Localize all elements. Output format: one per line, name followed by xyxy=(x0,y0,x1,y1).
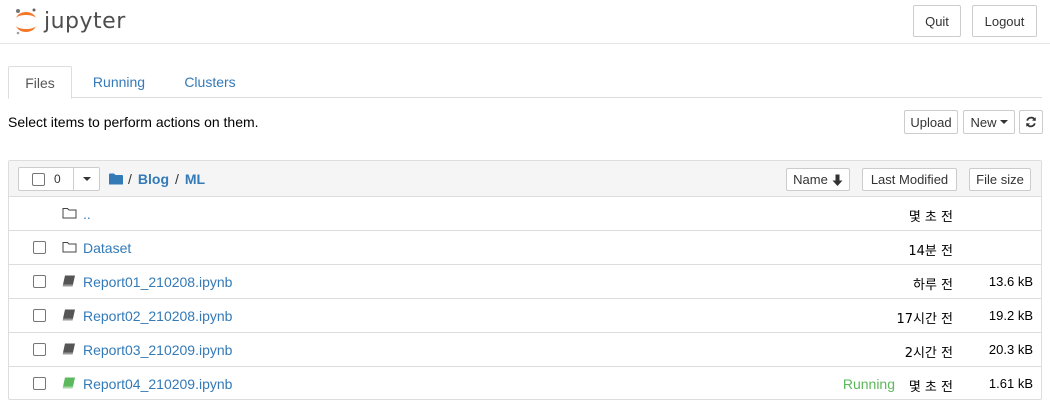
new-button-label: New xyxy=(970,114,997,130)
select-all-group: 0 xyxy=(18,167,100,191)
header-bar: jupyter Quit Logout xyxy=(0,0,1050,44)
notebook-icon xyxy=(62,309,75,321)
jupyter-logo[interactable]: jupyter xyxy=(14,7,126,37)
item-checkbox[interactable] xyxy=(33,377,46,390)
tab-clusters[interactable]: Clusters xyxy=(168,66,252,98)
item-modified: 몇 초 전 xyxy=(908,210,953,225)
arrow-down-icon xyxy=(832,174,843,186)
breadcrumb-separator: / xyxy=(175,171,179,187)
list-item-dataset[interactable]: Dataset 14분 전 xyxy=(9,231,1041,265)
item-modified: 17시간 전 xyxy=(896,312,953,327)
item-modified: 14분 전 xyxy=(908,244,953,259)
notebook-icon xyxy=(62,377,75,389)
select-all-checkbox[interactable] xyxy=(32,173,45,186)
breadcrumb: / Blog / ML xyxy=(109,171,211,187)
folder-icon[interactable] xyxy=(109,173,123,185)
item-modified: 2시간 전 xyxy=(904,346,953,361)
item-size: 1.61 kB xyxy=(988,376,1033,391)
item-checkbox[interactable] xyxy=(33,309,46,322)
item-name[interactable]: Report02_210208.ipynb xyxy=(83,308,232,324)
sort-name-button[interactable]: Name xyxy=(786,168,850,191)
refresh-icon xyxy=(1026,116,1036,128)
jupyter-logo-icon xyxy=(16,8,36,35)
logout-button[interactable]: Logout xyxy=(972,5,1037,37)
breadcrumb-separator: / xyxy=(128,171,132,187)
item-size: 20.3 kB xyxy=(988,342,1033,357)
file-list-header: 0 / Blog / ML Name Last Modified File si… xyxy=(9,161,1041,197)
quit-button[interactable]: Quit xyxy=(913,5,961,37)
item-name[interactable]: Report03_210209.ipynb xyxy=(83,342,232,358)
new-button[interactable]: New xyxy=(963,110,1015,134)
notebook-icon xyxy=(62,275,75,287)
logo-text: jupyter xyxy=(44,8,126,34)
item-checkbox[interactable] xyxy=(33,343,46,356)
list-item-report01[interactable]: Report01_210208.ipynb 하루 전 13.6 kB xyxy=(9,265,1041,299)
running-status: Running xyxy=(842,376,895,392)
notebook-icon xyxy=(62,343,75,355)
list-item-parent[interactable]: .. 몇 초 전 xyxy=(9,197,1041,231)
item-name[interactable]: Report04_210209.ipynb xyxy=(83,376,232,392)
tab-files[interactable]: Files xyxy=(8,66,72,99)
sort-name-label: Name xyxy=(793,172,828,187)
sort-file-size-button[interactable]: File size xyxy=(969,168,1031,191)
item-modified: 하루 전 xyxy=(912,278,953,293)
list-item-report03[interactable]: Report03_210209.ipynb 2시간 전 20.3 kB xyxy=(9,333,1041,367)
breadcrumb-item-ml[interactable]: ML xyxy=(185,171,205,187)
item-size: 13.6 kB xyxy=(988,274,1033,289)
selected-count: 0 xyxy=(54,172,61,186)
file-list: 0 / Blog / ML Name Last Modified File si… xyxy=(8,160,1042,400)
list-item-report04[interactable]: Report04_210209.ipynb Running 몇 초 전 1.61… xyxy=(9,367,1041,401)
upload-button[interactable]: Upload xyxy=(904,110,958,134)
refresh-button[interactable] xyxy=(1019,110,1043,134)
tab-running[interactable]: Running xyxy=(80,66,158,98)
breadcrumb-item-blog[interactable]: Blog xyxy=(138,171,169,187)
folder-icon xyxy=(62,242,77,253)
select-menu-toggle[interactable] xyxy=(74,168,100,190)
item-name[interactable]: .. xyxy=(83,206,91,222)
list-item-report02[interactable]: Report02_210208.ipynb 17시간 전 19.2 kB xyxy=(9,299,1041,333)
item-name[interactable]: Report01_210208.ipynb xyxy=(83,274,232,290)
item-checkbox[interactable] xyxy=(33,275,46,288)
tab-bar: Files Running Clusters xyxy=(8,66,1042,99)
item-size: 19.2 kB xyxy=(988,308,1033,323)
folder-icon xyxy=(62,208,77,219)
item-name[interactable]: Dataset xyxy=(83,240,131,256)
selection-hint: Select items to perform actions on them. xyxy=(8,114,259,130)
chevron-down-icon xyxy=(999,120,1008,124)
chevron-down-icon xyxy=(83,177,91,181)
sort-last-modified-button[interactable]: Last Modified xyxy=(862,168,957,191)
item-checkbox[interactable] xyxy=(33,241,46,254)
item-modified: 몇 초 전 xyxy=(908,380,953,395)
